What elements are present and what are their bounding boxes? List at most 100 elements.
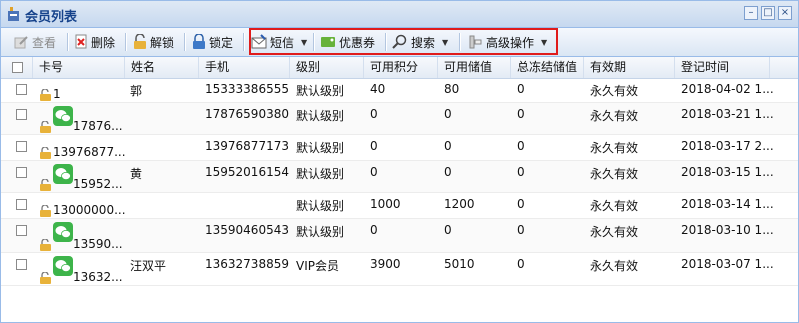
- cell-balance: 0: [444, 165, 452, 179]
- cell-phone: 17876590380: [205, 107, 289, 121]
- member-list-window: 会员列表 – □ × 查看 删除 解锁 锁定 短信 ▼ 优惠券 搜索 ▼ 高级操…: [0, 0, 799, 323]
- cell-registered: 2018-03-21 1...: [681, 107, 774, 121]
- cell-card: 17876...: [73, 119, 123, 133]
- cell-phone: 13632738859: [205, 257, 289, 271]
- col-level[interactable]: 级别: [290, 57, 364, 78]
- cell-points: 0: [370, 223, 378, 237]
- cell-card: 13590...: [73, 237, 123, 251]
- cell-validity: 永久有效: [590, 141, 639, 155]
- cell-points: 0: [370, 107, 378, 121]
- unlocked-icon: [39, 271, 53, 284]
- unlocked-icon: [39, 88, 53, 101]
- table-row[interactable]: 1 郭 15333386555 默认级别 40 80 0 永久有效 2018-04-02 1..…: [1, 78, 798, 103]
- cell-registered: 2018-03-14 1...: [681, 197, 774, 211]
- cell-level: 默认级别: [296, 109, 345, 123]
- cell-points: 40: [370, 82, 386, 96]
- col-frozen[interactable]: 总冻结储值: [511, 57, 584, 78]
- cell-validity: 永久有效: [590, 225, 639, 239]
- cell-registered: 2018-04-02 1...: [681, 82, 774, 96]
- cell-validity: 永久有效: [590, 199, 639, 213]
- cell-balance: 1200: [444, 197, 475, 211]
- cell-registered: 2018-03-10 1...: [681, 223, 774, 237]
- delete-button[interactable]: 删除: [74, 31, 115, 53]
- cell-level: 默认级别: [296, 167, 345, 181]
- cell-points: 1000: [370, 197, 401, 211]
- row-checkbox[interactable]: [16, 109, 27, 120]
- cell-points: 3900: [370, 257, 401, 271]
- row-checkbox[interactable]: [16, 199, 27, 210]
- view-button[interactable]: 查看: [13, 31, 56, 53]
- maximize-icon: □: [763, 7, 773, 18]
- cell-level: 默认级别: [296, 199, 345, 213]
- cell-name: 郭: [130, 84, 143, 98]
- title-bar: 会员列表 – □ ×: [1, 1, 798, 28]
- col-validity[interactable]: 有效期: [584, 57, 675, 78]
- cell-card: 13632...: [73, 270, 123, 284]
- col-spacer: [770, 57, 798, 78]
- cell-phone: 13590460543: [205, 223, 289, 237]
- unlock-icon: [134, 34, 146, 49]
- lock-button[interactable]: 锁定: [192, 31, 233, 53]
- col-phone[interactable]: 手机: [199, 57, 290, 78]
- minimize-button[interactable]: –: [744, 6, 758, 20]
- app-icon: [8, 7, 19, 21]
- col-balance[interactable]: 可用储值: [438, 57, 511, 78]
- select-all-cell: [1, 57, 33, 78]
- highlight-box: [249, 28, 558, 55]
- cell-points: 0: [370, 165, 378, 179]
- select-all-checkbox[interactable]: [12, 62, 23, 73]
- lock-icon: [193, 34, 205, 49]
- cell-balance: 0: [444, 107, 452, 121]
- cell-points: 0: [370, 139, 378, 153]
- cell-balance: 5010: [444, 257, 475, 271]
- table-row[interactable]: 13632... 汪双平 13632738859 VIP会员 3900 5010 0 永久有效…: [1, 253, 798, 286]
- row-checkbox[interactable]: [16, 167, 27, 178]
- delete-icon: [75, 34, 87, 49]
- cell-validity: 永久有效: [590, 84, 639, 98]
- cell-balance: 0: [444, 223, 452, 237]
- row-checkbox[interactable]: [16, 225, 27, 236]
- wechat-icon: [53, 106, 73, 126]
- table-row[interactable]: 13000000... 默认级别 1000 1200 0 永久有效 2018-03-14 1…: [1, 193, 798, 219]
- wechat-icon: [53, 164, 73, 184]
- cell-card: 1: [53, 87, 61, 101]
- table-row[interactable]: 13590... 13590460543 默认级别 0 0 0 永久有效 2018-03-10…: [1, 219, 798, 253]
- cell-frozen: 0: [517, 107, 525, 121]
- col-card[interactable]: 卡号: [33, 57, 125, 78]
- cell-card: 15952...: [73, 177, 123, 191]
- table-row[interactable]: 17876... 17876590380 默认级别 0 0 0 永久有效 2018-03-21…: [1, 103, 798, 135]
- col-registered[interactable]: 登记时间: [675, 57, 770, 78]
- wechat-icon: [53, 222, 73, 242]
- unlocked-icon: [39, 238, 53, 251]
- cell-validity: 永久有效: [590, 109, 639, 123]
- close-button[interactable]: ×: [778, 6, 792, 20]
- cell-validity: 永久有效: [590, 259, 639, 273]
- cell-frozen: 0: [517, 223, 525, 237]
- close-icon: ×: [780, 7, 790, 18]
- cell-level: 默认级别: [296, 225, 345, 239]
- cell-name: 汪双平: [130, 259, 167, 273]
- edit-icon: [14, 36, 28, 49]
- wechat-icon: [53, 256, 73, 276]
- cell-validity: 永久有效: [590, 167, 639, 181]
- cell-balance: 80: [444, 82, 460, 96]
- unlock-button[interactable]: 解锁: [133, 31, 174, 53]
- row-checkbox[interactable]: [16, 259, 27, 270]
- cell-balance: 0: [444, 139, 452, 153]
- col-name[interactable]: 姓名: [125, 57, 199, 78]
- table-row[interactable]: 13976877... 13976877173 默认级别 0 0 0 永久有效 2018-03…: [1, 135, 798, 161]
- col-points[interactable]: 可用积分: [364, 57, 438, 78]
- table-row[interactable]: 15952... 黄 15952016154 默认级别 0 0 0 永久有效 2018-03-1…: [1, 161, 798, 193]
- cell-card: 13976877...: [53, 145, 125, 159]
- cell-registered: 2018-03-07 1...: [681, 257, 774, 271]
- unlocked-icon: [39, 204, 53, 217]
- minimize-icon: –: [748, 7, 754, 18]
- cell-level: 默认级别: [296, 141, 345, 155]
- row-checkbox[interactable]: [16, 84, 27, 95]
- cell-level: VIP会员: [296, 259, 339, 273]
- maximize-button[interactable]: □: [761, 6, 775, 20]
- window-title: 会员列表: [25, 10, 78, 25]
- cell-level: 默认级别: [296, 84, 345, 98]
- unlocked-icon: [39, 178, 53, 191]
- row-checkbox[interactable]: [16, 141, 27, 152]
